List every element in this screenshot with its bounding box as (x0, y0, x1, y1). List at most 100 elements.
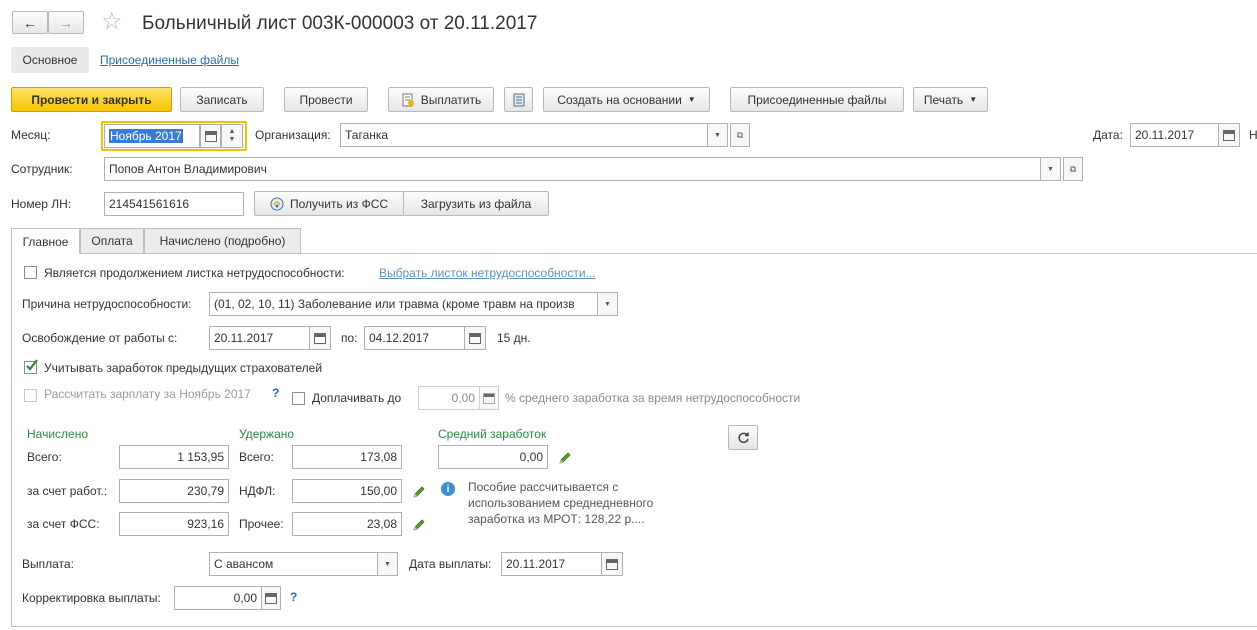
ln-number-value: 214541561616 (109, 197, 190, 211)
info-icon: i (441, 482, 455, 496)
info-text-line-3: заработка из МРОТ: 128,22 р.... (468, 512, 645, 526)
date-value: 20.11.2017 (1135, 128, 1195, 142)
average-earnings-field[interactable]: 0,00 (438, 445, 548, 469)
payout-date-label: Дата выплаты: (409, 557, 492, 571)
back-button[interactable]: ← (12, 11, 48, 34)
adjustment-field[interactable]: 0,00 (174, 586, 262, 610)
employee-open-button[interactable]: ⧉ (1063, 157, 1083, 181)
employee-label: Сотрудник: (11, 162, 73, 176)
date-calendar-button[interactable] (1218, 123, 1240, 147)
payout-date-value: 20.11.2017 (506, 557, 566, 571)
withheld-total-field[interactable]: 173,08 (292, 445, 402, 469)
payout-date-calendar-button[interactable] (601, 552, 623, 576)
top-up-value: 0,00 (451, 391, 475, 405)
average-earnings-value: 0,00 (519, 450, 543, 464)
create-based-on-label: Создать на основании (557, 92, 682, 107)
tab-payment[interactable]: Оплата (80, 228, 144, 253)
accrued-employer-label: за счет работ.: (27, 484, 108, 498)
consider-earnings-checkbox[interactable] (24, 359, 38, 374)
print-button[interactable]: Печать ▼ (913, 87, 988, 112)
calc-salary-checkbox[interactable] (24, 389, 37, 402)
month-spinner[interactable]: ▲ ▼ (221, 124, 243, 148)
refresh-button[interactable] (728, 425, 758, 450)
organization-dropdown-button[interactable]: ▼ (707, 123, 728, 147)
edit-other-pencil-icon[interactable] (412, 518, 426, 532)
month-calendar-button[interactable] (200, 124, 221, 148)
payout-field[interactable]: С авансом (209, 552, 378, 576)
forward-button[interactable]: → (48, 11, 84, 34)
release-from-label: Освобождение от работы с: (22, 331, 178, 345)
top-up-checkbox[interactable] (292, 392, 305, 405)
release-from-value: 20.11.2017 (214, 331, 274, 345)
withheld-ndfl-field[interactable]: 150,00 (292, 479, 402, 503)
release-to-calendar-button[interactable] (464, 326, 486, 350)
favorite-star-icon[interactable]: ☆ (101, 8, 123, 36)
adjustment-help-icon[interactable]: ? (290, 590, 297, 604)
nav-tab-attached-files[interactable]: Присоединенные файлы (100, 53, 239, 67)
pay-button-label: Выплатить (420, 92, 482, 107)
ln-number-field[interactable]: 214541561616 (104, 192, 244, 216)
payout-dropdown-button[interactable]: ▼ (377, 552, 398, 576)
payout-label: Выплата: (22, 557, 74, 571)
tab-accrued-detailed[interactable]: Начислено (подробно) (144, 228, 301, 253)
top-up-suffix: % среднего заработка за время нетрудоспо… (505, 391, 801, 405)
document-pay-icon (402, 93, 414, 106)
get-from-fss-button[interactable]: Получить из ФСС (254, 191, 404, 216)
payout-date-field[interactable]: 20.11.2017 (501, 552, 602, 576)
reason-dropdown-button[interactable]: ▼ (597, 292, 618, 316)
accrued-fss-field[interactable]: 923,16 (119, 512, 229, 536)
accrued-employer-field[interactable]: 230,79 (119, 479, 229, 503)
release-to-value: 04.12.2017 (369, 331, 430, 345)
continuation-checkbox[interactable] (24, 266, 37, 279)
edit-ndfl-pencil-icon[interactable] (412, 485, 426, 499)
organization-field[interactable]: Таганка (340, 123, 708, 147)
get-from-fss-label: Получить из ФСС (289, 196, 389, 211)
adjustment-calculator-button[interactable] (261, 586, 281, 610)
employee-dropdown-button[interactable]: ▼ (1040, 157, 1061, 181)
choose-sheet-link[interactable]: Выбрать листок нетрудоспособности... (379, 266, 596, 280)
accrued-total-field[interactable]: 1 153,95 (119, 445, 229, 469)
nav-tab-main[interactable]: Основное (11, 47, 89, 73)
load-from-file-button[interactable]: Загрузить из файла (403, 191, 549, 216)
top-up-field[interactable]: 0,00 (418, 386, 480, 410)
edit-average-pencil-icon[interactable] (558, 451, 572, 465)
release-from-calendar-button[interactable] (309, 326, 331, 350)
release-from-field[interactable]: 20.11.2017 (209, 326, 310, 350)
top-up-calculator-button[interactable] (479, 386, 499, 410)
attached-files-button[interactable]: Присоединенные файлы (730, 87, 904, 112)
withheld-other-field[interactable]: 23,08 (292, 512, 402, 536)
employee-field[interactable]: Попов Антон Владимирович (104, 157, 1041, 181)
save-button[interactable]: Записать (180, 87, 264, 112)
accrued-heading: Начислено (27, 427, 89, 441)
month-field[interactable]: Ноябрь 2017 (104, 124, 200, 148)
page-title: Больничный лист 003К-000003 от 20.11.201… (142, 13, 538, 34)
organization-value: Таганка (345, 128, 389, 142)
consider-earnings-label: Учитывать заработок предыдущих страховат… (44, 361, 323, 375)
date-field[interactable]: 20.11.2017 (1130, 123, 1219, 147)
release-to-label: по: (341, 331, 358, 345)
reason-field[interactable]: (01, 02, 10, 11) Заболевание или травма … (209, 292, 598, 316)
withheld-ndfl-label: НДФЛ: (239, 484, 276, 498)
post-and-close-button[interactable]: Провести и закрыть (11, 87, 172, 112)
calc-salary-help-icon[interactable]: ? (272, 386, 279, 400)
tab-main[interactable]: Главное (11, 228, 80, 254)
accrued-total-value: 1 153,95 (177, 450, 224, 464)
post-button[interactable]: Провести (284, 87, 368, 112)
adjustment-value: 0,00 (233, 591, 257, 605)
refresh-icon (737, 432, 749, 444)
release-to-field[interactable]: 04.12.2017 (364, 326, 465, 350)
fss-logo-icon (270, 197, 284, 210)
average-earnings-heading: Средний заработок (438, 427, 547, 441)
pay-button[interactable]: Выплатить (388, 87, 494, 112)
report-button[interactable] (504, 87, 533, 112)
continuation-label: Является продолжением листка нетрудоспос… (44, 266, 345, 280)
withheld-heading: Удержано (239, 427, 295, 441)
report-list-icon (513, 93, 524, 106)
checkmark-icon (26, 359, 38, 371)
create-based-on-button[interactable]: Создать на основании ▼ (543, 87, 710, 112)
print-label: Печать (923, 92, 964, 107)
payout-value: С авансом (214, 557, 274, 571)
organization-open-button[interactable]: ⧉ (730, 123, 750, 147)
dropdown-arrow-icon: ▼ (687, 95, 696, 104)
accrued-total-label: Всего: (27, 450, 62, 464)
